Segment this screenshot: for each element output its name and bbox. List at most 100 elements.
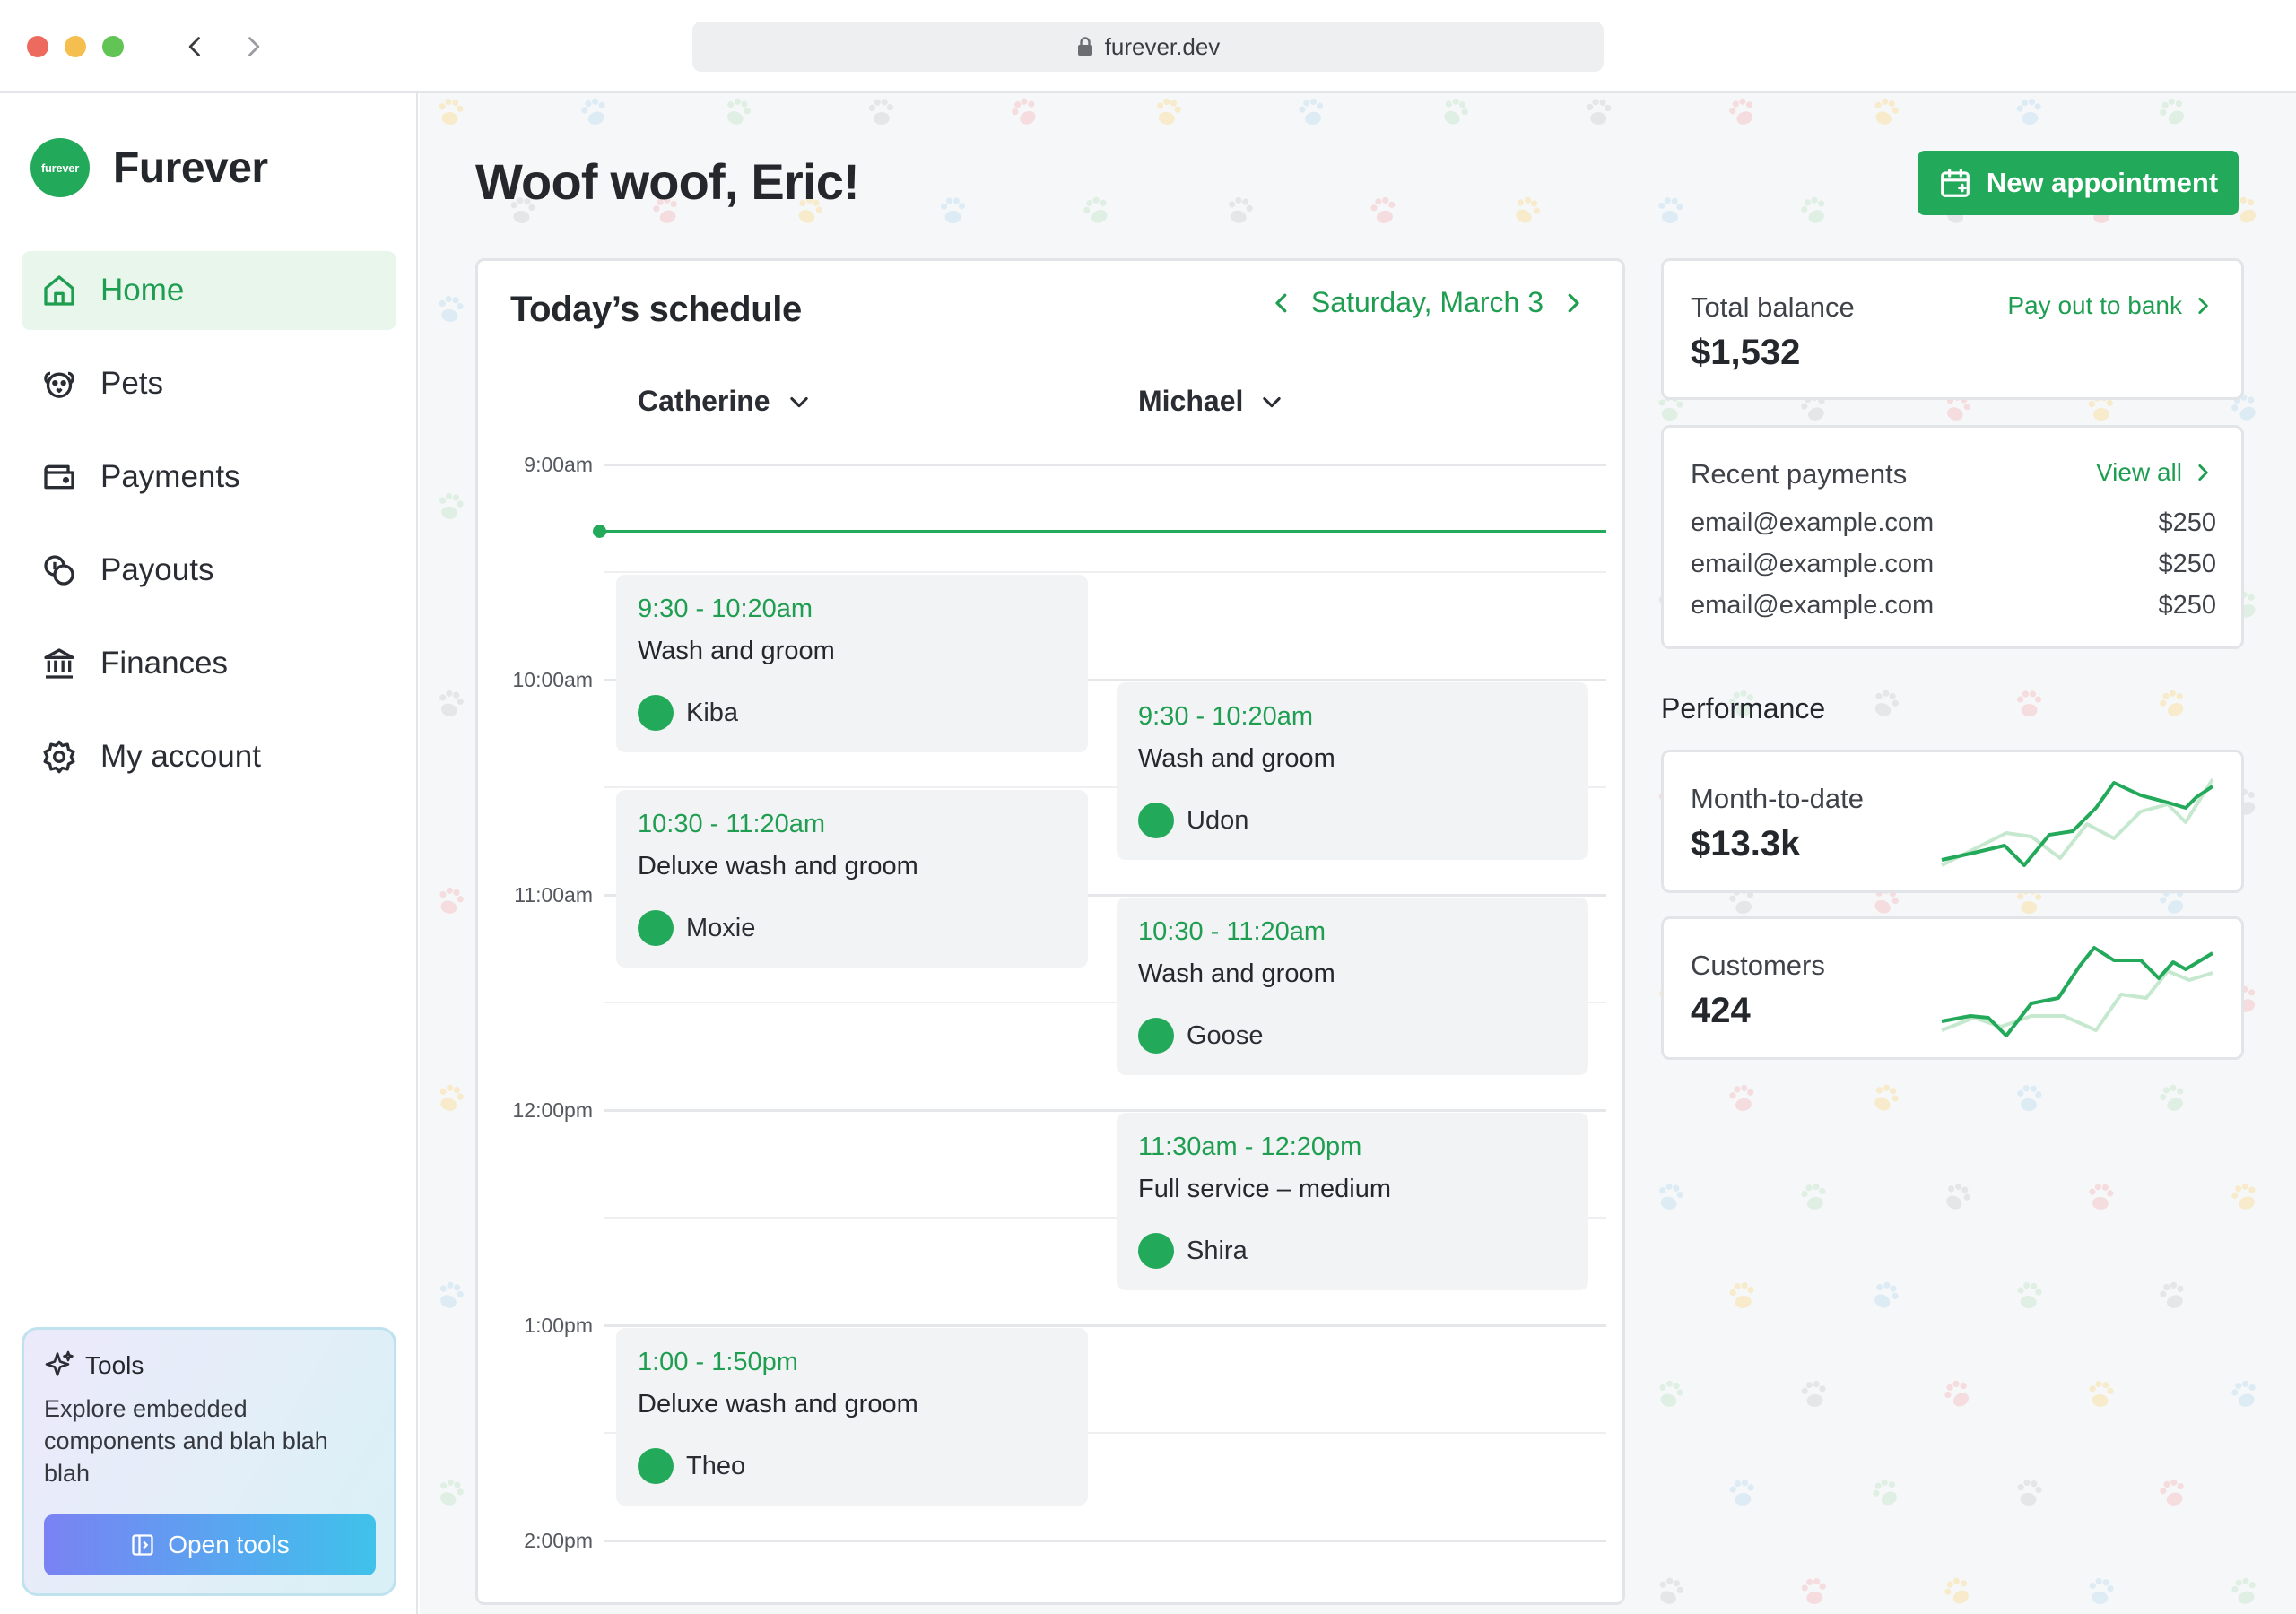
open-tools-button[interactable]: Open tools — [44, 1514, 376, 1575]
paw-print — [2016, 690, 2042, 716]
window-controls — [27, 36, 124, 57]
paw-print — [1874, 1281, 1899, 1308]
paw-print — [2017, 1282, 2042, 1308]
paw-print — [1083, 196, 1108, 223]
sidebar-item-payments[interactable]: Payments — [22, 438, 396, 516]
paw-print — [2089, 1380, 2114, 1407]
brand-name: Furever — [113, 143, 268, 192]
half-hour-gridline — [604, 571, 1606, 573]
paw-print — [1659, 1183, 1683, 1210]
metric-value: $13.3k — [1691, 824, 1801, 863]
address-bar[interactable]: furever.dev — [692, 22, 1604, 72]
minimize-window-button[interactable] — [65, 36, 86, 57]
brand[interactable]: furever Furever — [30, 138, 268, 197]
appointment-card[interactable]: 1:00 - 1:50pm Deluxe wash and groom Theo — [616, 1328, 1088, 1506]
performance-title: Performance — [1661, 692, 1826, 725]
sidebar-item-label: Payments — [100, 459, 240, 494]
paw-print — [1874, 98, 1899, 125]
back-button[interactable] — [178, 27, 213, 66]
sidebar-item-home[interactable]: Home — [22, 251, 396, 330]
sidebar-item-finances[interactable]: Finances — [22, 624, 396, 703]
pet-name: Shira — [1187, 1236, 1248, 1265]
schedule-panel: Today’s schedule Saturday, March 3 Cathe… — [475, 258, 1625, 1605]
chevron-right-icon[interactable] — [1560, 290, 1587, 317]
tools-description: Explore embedded components and blah bla… — [44, 1395, 328, 1487]
gear-icon — [43, 740, 75, 774]
pay-out-to-bank-link[interactable]: Pay out to bank — [2007, 291, 2214, 320]
appointment-service: Deluxe wash and groom — [638, 852, 918, 881]
staff-selector-michael[interactable]: Michael — [1138, 385, 1284, 418]
paw-print — [2160, 1084, 2184, 1111]
paw-print — [1946, 1183, 1970, 1210]
appointment-card[interactable]: 11:30am - 12:20pm Full service – medium … — [1117, 1113, 1588, 1290]
month-to-date-card[interactable]: Month-to-date $13.3k — [1661, 750, 2244, 893]
chevron-down-icon — [1263, 396, 1282, 407]
paw-print — [1370, 196, 1396, 223]
payment-row[interactable]: email@example.com $250 — [1691, 550, 2216, 579]
maximize-window-button[interactable] — [102, 36, 124, 57]
paw-print — [1801, 196, 1825, 223]
customers-card[interactable]: Customers 424 — [1661, 916, 2244, 1060]
pet-avatar — [1138, 803, 1174, 838]
paw-print — [439, 887, 464, 914]
bank-icon — [44, 648, 74, 679]
paw-print — [439, 1479, 464, 1506]
balance-label: Total balance — [1691, 291, 1855, 323]
appointment-card[interactable]: 10:30 - 11:20am Wash and groom Goose — [1117, 898, 1588, 1075]
chevron-left-icon[interactable] — [1268, 290, 1295, 317]
paw-print — [1299, 98, 1324, 125]
paw-print — [2017, 1479, 2042, 1506]
paw-print — [439, 98, 464, 125]
sidebar-nav: Home Pets Payments Payouts Finances My a… — [22, 251, 396, 811]
appointment-card[interactable]: 10:30 - 11:20am Deluxe wash and groom Mo… — [616, 790, 1088, 968]
paw-print — [2231, 1577, 2256, 1604]
hour-gridline — [604, 1109, 1606, 1112]
staff-selector-catherine[interactable]: Catherine — [638, 385, 812, 418]
payment-row[interactable]: email@example.com $250 — [1691, 591, 2216, 620]
pet-name: Theo — [686, 1451, 746, 1480]
sidebar-item-payouts[interactable]: Payouts — [22, 531, 396, 610]
lock-icon — [1077, 37, 1092, 56]
new-appointment-label: New appointment — [1986, 167, 2219, 198]
paw-print — [1801, 1578, 1826, 1604]
payment-row[interactable]: email@example.com $250 — [1691, 508, 2216, 538]
sidebar-item-label: Home — [100, 273, 185, 308]
paw-print — [439, 1084, 464, 1111]
paw-print — [2089, 1184, 2114, 1210]
pet-name: Kiba — [686, 698, 739, 727]
sidebar-item-label: Payouts — [100, 552, 214, 587]
appointment-pet: Shira — [1138, 1233, 1248, 1269]
view-all-link[interactable]: View all — [2096, 458, 2214, 487]
forward-button[interactable] — [235, 27, 271, 66]
close-window-button[interactable] — [27, 36, 48, 57]
paw-print — [1229, 196, 1253, 223]
sidebar-item-label: Pets — [100, 366, 164, 401]
sidebar-item-pets[interactable]: Pets — [22, 344, 396, 423]
paw-print — [1729, 1084, 1754, 1111]
appointment-time: 9:30 - 10:20am — [1138, 702, 1314, 731]
sparkle-icon — [45, 1350, 74, 1376]
chevron-left-icon — [188, 37, 200, 56]
appointment-card[interactable]: 9:30 - 10:20am Wash and groom Udon — [1117, 682, 1588, 860]
hour-label: 12:00pm — [512, 1098, 593, 1122]
paw-print — [1659, 1577, 1683, 1604]
paw-print — [581, 98, 605, 125]
url-text: furever.dev — [1104, 32, 1221, 60]
pet-name: Udon — [1187, 805, 1249, 835]
hour-label: 2:00pm — [524, 1529, 593, 1552]
staff-name: Michael — [1138, 385, 1244, 417]
hour-gridline — [604, 1540, 1606, 1542]
current-time-dot — [593, 525, 606, 538]
appointment-card[interactable]: 9:30 - 10:20am Wash and groom Kiba — [616, 575, 1088, 752]
paw-print — [1873, 1479, 1897, 1506]
paw-print — [2231, 1183, 2256, 1210]
payment-email: email@example.com — [1691, 508, 1935, 537]
hour-label: 10:00am — [512, 668, 593, 691]
appointment-pet: Moxie — [638, 910, 755, 946]
new-appointment-button[interactable]: New appointment — [1918, 151, 2239, 215]
sidebar-item-my-account[interactable]: My account — [22, 717, 396, 796]
paw-print — [1729, 1480, 1754, 1506]
payment-amount: $250 — [2158, 591, 2216, 620]
paw-print — [1801, 1380, 1826, 1407]
total-balance-card: Total balance $1,532 Pay out to bank — [1661, 258, 2244, 400]
